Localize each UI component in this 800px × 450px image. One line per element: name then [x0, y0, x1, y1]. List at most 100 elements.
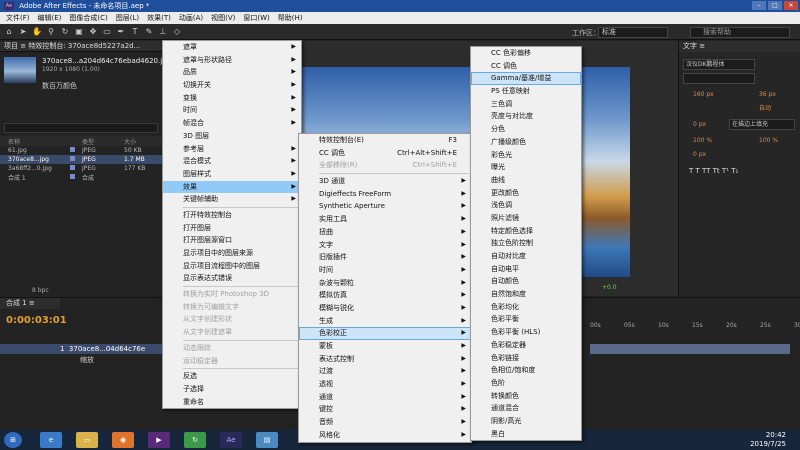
menu2-item[interactable]: 特效控制台(E) F3 [299, 134, 471, 147]
menu3-item[interactable]: Gamma/基准/增益 [471, 72, 581, 86]
menu1-item[interactable]: 关键帧辅助 ▶ [163, 193, 301, 206]
menubar-item[interactable]: 帮助(H) [274, 13, 307, 23]
menu1-item[interactable]: 重命名 [163, 396, 301, 409]
menu3-item[interactable]: 色相位/饱和度 [471, 364, 581, 377]
menu3-item[interactable]: 亮度与对比度 [471, 110, 581, 123]
menu2-item[interactable]: 蒙板 ▶ [299, 340, 471, 353]
menu2-item[interactable]: Digieffects FreeForm ▶ [299, 188, 471, 201]
menu3-item[interactable]: CC 调色 [471, 60, 581, 73]
font-style-select[interactable] [683, 73, 755, 84]
menu3-item[interactable]: 分色 [471, 123, 581, 136]
project-tab[interactable]: 项目 ≡ 特效控制台: 370ace8d5227a2d... [0, 41, 162, 52]
menu3-item[interactable]: 照片滤镜 [471, 212, 581, 225]
menu2-item[interactable]: 时间 ▶ [299, 264, 471, 277]
firefox-icon[interactable]: ◉ [112, 432, 134, 448]
menubar-item[interactable]: 图层(L) [112, 13, 143, 23]
font-size-value[interactable]: 160 px [693, 91, 714, 98]
refresh-app-icon[interactable]: ↻ [184, 432, 206, 448]
menu1-item[interactable]: 帧混合 ▶ [163, 117, 301, 130]
search-help-input[interactable]: 搜索帮助 [690, 27, 790, 38]
menubar-item[interactable]: 窗口(W) [239, 13, 273, 23]
menu3-item[interactable]: 独立色阶控制 [471, 237, 581, 250]
menu3-item[interactable]: 广播级颜色 [471, 136, 581, 149]
media-player-icon[interactable]: ▶ [148, 432, 170, 448]
stamp-tool-icon[interactable]: ⊥ [158, 27, 168, 37]
kerning-value[interactable]: 自动 [759, 103, 771, 112]
menu2-item[interactable]: 3D 通道 ▶ [299, 175, 471, 188]
selection-tool-icon[interactable]: ➤ [18, 27, 28, 37]
menu3-item[interactable]: 阴影/高光 [471, 415, 581, 428]
bit-depth-toggle[interactable]: 8 bpc [32, 287, 49, 294]
menu1-item[interactable]: 参考层 ▶ [163, 143, 301, 156]
menu1-item[interactable]: 遮罩与形状路径 ▶ [163, 54, 301, 67]
menu2-item[interactable]: 键控 ▶ [299, 403, 471, 416]
menu1-item[interactable]: 子选择 [163, 383, 301, 396]
menu2-item[interactable]: 杂波与颗粒 ▶ [299, 277, 471, 290]
character-tab[interactable]: 文字 ≡ [679, 41, 800, 52]
maximize-button[interactable]: □ [768, 1, 782, 10]
rectangle-tool-icon[interactable]: ▭ [102, 27, 112, 37]
exposure-value[interactable]: +0.0 [602, 284, 617, 291]
menu1-item[interactable]: 时间 ▶ [163, 104, 301, 117]
ie-icon[interactable]: e [40, 432, 62, 448]
menu2-item[interactable]: 色彩校正 ▶ [299, 327, 471, 340]
menu3-item[interactable]: 浅色调 [471, 199, 581, 212]
menu3-item[interactable]: 自动对比度 [471, 250, 581, 263]
menu2-item[interactable]: 旧版插件 ▶ [299, 251, 471, 264]
rotate-tool-icon[interactable]: ↻ [60, 27, 70, 37]
menu3-item[interactable]: 色彩均化 [471, 301, 581, 314]
menu1-item[interactable]: 显示表达式错误 [163, 272, 301, 285]
menubar-item[interactable]: 文件(F) [2, 13, 34, 23]
pen-tool-icon[interactable]: ✒ [116, 27, 126, 37]
menu1-item[interactable]: 打开图层源窗口 [163, 234, 301, 247]
menu1-item[interactable]: 打开图层 [163, 222, 301, 235]
current-timecode[interactable]: 0:00:03:01 [6, 315, 67, 326]
type-tool-icon[interactable]: T [130, 27, 140, 37]
zoom-tool-icon[interactable]: ⚲ [46, 27, 56, 37]
time-ruler[interactable]: 00s 05s 10s 15s 20s 25s 30s [590, 322, 800, 330]
menu3-item[interactable]: 更改颜色 [471, 187, 581, 200]
layer-duration-bar[interactable] [590, 344, 790, 354]
menu3-item[interactable]: 转换颜色 [471, 390, 581, 403]
menu3-item[interactable]: 色彩平衡 (HLS) [471, 326, 581, 339]
menu3-item[interactable]: 自动电平 [471, 263, 581, 276]
col-size[interactable]: 大小 [124, 137, 162, 146]
workspace-select[interactable]: 标准 [598, 27, 668, 38]
menu2-item[interactable]: 风格化 ▶ [299, 429, 471, 442]
menu2-item[interactable]: 生成 ▶ [299, 315, 471, 328]
menu2-item[interactable]: 文字 ▶ [299, 239, 471, 252]
menu1-item[interactable]: 显示项目流程图中的图层 [163, 260, 301, 273]
menu2-item[interactable]: 音频 ▶ [299, 416, 471, 429]
label-color-swatch[interactable] [70, 165, 78, 172]
stroke-width-value[interactable]: 0 px [693, 121, 706, 128]
baseline-shift-value[interactable]: 0 px [693, 151, 706, 158]
menu3-item[interactable]: 通道混合 [471, 402, 581, 415]
vertical-scale-value[interactable]: 100 % [693, 137, 712, 144]
menu1-item[interactable]: 混合模式 ▶ [163, 155, 301, 168]
col-type[interactable]: 类型 [78, 137, 124, 146]
folder-icon[interactable]: ▭ [76, 432, 98, 448]
project-search-input[interactable] [4, 123, 158, 133]
window-app-icon[interactable]: ▤ [256, 432, 278, 448]
label-color-swatch[interactable] [70, 174, 78, 181]
col-name[interactable]: 名称 [0, 137, 70, 146]
menubar-item[interactable]: 编辑(E) [34, 13, 66, 23]
menu3-item[interactable]: 三色调 [471, 98, 581, 111]
menu3-item[interactable]: 特定颜色选择 [471, 225, 581, 238]
menu1-item[interactable]: 品质 ▶ [163, 66, 301, 79]
menu3-item[interactable]: 自然饱和度 [471, 288, 581, 301]
layer-scale-property[interactable]: 缩放 [80, 355, 94, 365]
stroke-mode-select[interactable]: 在描边上填充 [729, 119, 795, 130]
menu1-item[interactable]: 3D 图层 [163, 130, 301, 143]
file-row[interactable]: 61.jpg JPEG 50 KB [0, 146, 162, 155]
after-effects-taskbar-icon[interactable]: Ae [220, 432, 242, 448]
menu1-item[interactable]: 反选 [163, 370, 301, 383]
menu2-item[interactable]: CC 调色 Ctrl+Alt+Shift+E [299, 147, 471, 160]
menu3-item[interactable]: 自动颜色 [471, 275, 581, 288]
file-row[interactable]: 3a68ff2...0.jpg JPEG 177 KB [0, 164, 162, 173]
eraser-tool-icon[interactable]: ◇ [172, 27, 182, 37]
menubar-item[interactable]: 视图(V) [207, 13, 239, 23]
menu1-item[interactable]: 遮罩 ▶ [163, 41, 301, 54]
menu3-item[interactable]: 曝光 [471, 161, 581, 174]
menu1-item[interactable]: 显示项目中的图层来源 [163, 247, 301, 260]
